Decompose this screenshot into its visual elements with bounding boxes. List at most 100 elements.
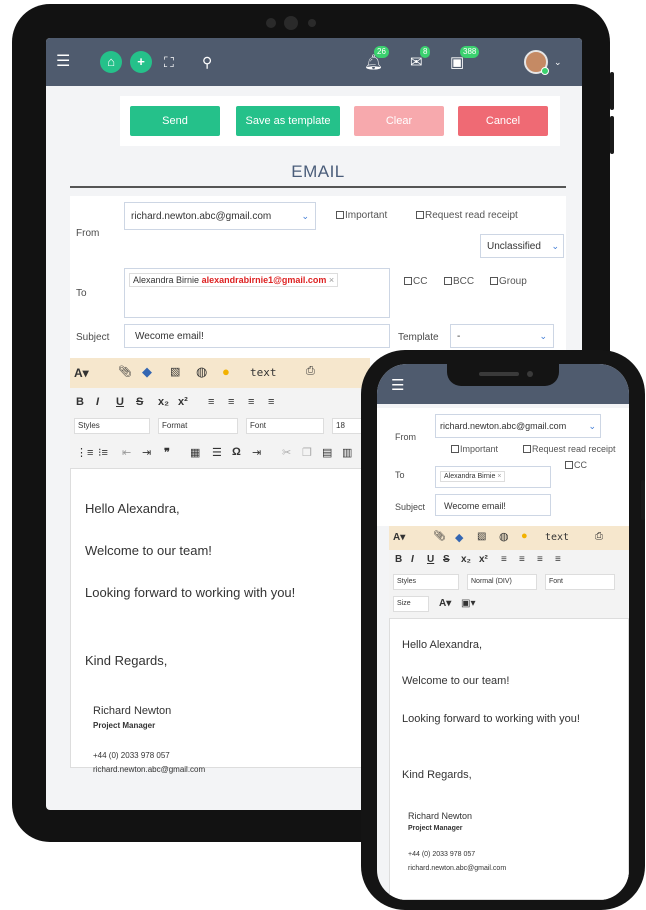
bold-icon[interactable]: B (395, 554, 402, 565)
phone-message-editor[interactable]: Hello Alexandra, Welcome to our team! Lo… (389, 618, 629, 900)
globe-icon[interactable]: ◍ (499, 530, 509, 543)
paste-icon[interactable]: ▤ (322, 446, 332, 459)
action-bar: Send Save as template Clear Cancel (120, 96, 560, 146)
cc-checkbox[interactable]: CC (404, 276, 427, 287)
superscript-icon[interactable]: x² (479, 554, 488, 565)
checkbox-box (404, 277, 412, 285)
cut-icon[interactable]: ✂ (282, 446, 291, 459)
superscript-icon[interactable]: x² (178, 396, 188, 408)
underline-icon[interactable]: U (427, 554, 434, 565)
cc-checkbox[interactable]: CC (565, 460, 587, 470)
chevron-down-icon[interactable]: ⌄ (554, 51, 562, 73)
italic-icon[interactable]: I (411, 554, 414, 565)
read-receipt-checkbox[interactable]: Request read receipt (416, 210, 518, 221)
align-left-icon[interactable]: ≡ (501, 554, 507, 565)
background-color-icon[interactable]: ▣▾ (461, 598, 475, 609)
remove-icon[interactable]: × (497, 473, 501, 480)
horizontal-rule-icon[interactable]: ☰ (212, 446, 222, 459)
read-receipt-checkbox[interactable]: Request read receipt (523, 444, 616, 454)
align-right-icon[interactable]: ≡ (248, 396, 254, 408)
image-icon[interactable]: ▧ (170, 365, 180, 378)
important-label: Important (345, 210, 388, 221)
indent-icon[interactable]: ⇥ (142, 446, 151, 459)
phone-side-button (641, 480, 645, 520)
from-select[interactable]: richard.newton.abc@gmail.com ⌄ (435, 414, 601, 438)
align-center-icon[interactable]: ≡ (519, 554, 525, 565)
justify-icon[interactable]: ≡ (268, 396, 274, 408)
avatar[interactable] (524, 50, 549, 75)
closing-text: Kind Regards, (85, 653, 168, 668)
important-checkbox[interactable]: Important (451, 444, 498, 454)
bcc-checkbox[interactable]: BCC (444, 276, 474, 287)
fullscreen-icon[interactable]: ⛶ (164, 51, 174, 73)
align-left-icon[interactable]: ≡ (208, 396, 214, 408)
subject-input[interactable]: Wecome email! (124, 324, 390, 348)
save-template-button[interactable]: Save as template (236, 106, 340, 136)
clear-button[interactable]: Clear (354, 106, 444, 136)
blockquote-icon[interactable]: ❞ (164, 446, 170, 459)
underline-icon[interactable]: U (116, 396, 124, 408)
format-select[interactable]: Format (158, 418, 238, 434)
styles-select[interactable]: Styles (74, 418, 150, 434)
checkbox-box (444, 277, 452, 285)
plus-icon[interactable]: + (130, 51, 152, 73)
to-input[interactable]: Alexandra Birnie alexandrabirnie1@gmail.… (124, 268, 390, 318)
cloud-icon[interactable]: ◆ (142, 364, 152, 380)
strikethrough-icon[interactable]: S (443, 554, 450, 565)
recipient-tag[interactable]: Alexandra Birnie alexandrabirnie1@gmail.… (129, 273, 339, 287)
copy-icon[interactable]: ❐ (302, 446, 312, 459)
cloud-icon[interactable]: ◆ (455, 531, 463, 544)
italic-icon[interactable]: I (96, 396, 99, 408)
align-center-icon[interactable]: ≡ (228, 396, 234, 408)
align-right-icon[interactable]: ≡ (537, 554, 543, 565)
cancel-button[interactable]: Cancel (458, 106, 548, 136)
bold-icon[interactable]: B (76, 396, 84, 408)
greeting-text: Hello Alexandra, (402, 639, 483, 651)
menu-icon[interactable]: ☰ (56, 51, 70, 73)
message-editor[interactable]: Hello Alexandra, Welcome to our team! Lo… (70, 468, 370, 774)
globe-icon[interactable]: ◍ (196, 364, 207, 380)
justify-icon[interactable]: ≡ (555, 554, 561, 565)
attach-icon[interactable]: 📎︎ (433, 531, 446, 542)
subscript-icon[interactable]: x₂ (158, 396, 169, 408)
emoji-icon[interactable]: ● (222, 364, 230, 379)
strikethrough-icon[interactable]: S (136, 396, 143, 408)
remove-icon[interactable]: × (329, 275, 334, 285)
text-button[interactable]: text (250, 366, 277, 379)
special-char-icon[interactable]: Ω (232, 446, 241, 458)
paste-text-icon[interactable]: ▥ (342, 446, 352, 459)
font-color-icon[interactable]: A▾ (74, 366, 89, 380)
text-button[interactable]: text (545, 532, 569, 543)
print-icon[interactable]: ⎙ (595, 531, 603, 542)
important-checkbox[interactable]: Important (336, 210, 387, 221)
menu-icon[interactable]: ☰ (391, 376, 404, 394)
page-break-icon[interactable]: ⇥ (252, 446, 261, 459)
image-icon[interactable]: ▧ (477, 531, 486, 542)
format-select[interactable]: Normal (DIV) (467, 574, 537, 590)
group-checkbox[interactable]: Group (490, 276, 527, 287)
print-icon[interactable]: ⎙ (306, 365, 315, 378)
font-select[interactable]: Font (545, 574, 615, 590)
subject-input[interactable]: Wecome email! (435, 494, 551, 516)
subscript-icon[interactable]: x₂ (461, 554, 471, 565)
emoji-icon[interactable]: ● (521, 530, 528, 542)
bullet-list-icon[interactable]: ⁝≡ (98, 446, 108, 459)
classification-select[interactable]: Unclassified ⌄ (480, 234, 564, 258)
numbered-list-icon[interactable]: ⋮≡ (76, 446, 93, 459)
font-color-icon[interactable]: A▾ (439, 598, 451, 609)
from-select[interactable]: richard.newton.abc@gmail.com ⌄ (124, 202, 316, 230)
subject-value: Wecome email! (135, 331, 204, 342)
recipient-tag[interactable]: Alexandra Birnie × (440, 471, 506, 482)
size-select[interactable]: Size (393, 596, 429, 612)
font-color-icon[interactable]: A▾ (393, 532, 405, 543)
send-button[interactable]: Send (130, 106, 220, 136)
outdent-icon[interactable]: ⇤ (122, 446, 131, 459)
template-select[interactable]: - ⌄ (450, 324, 554, 348)
to-input[interactable]: Alexandra Birnie × (435, 466, 551, 488)
table-icon[interactable]: ▦ (190, 446, 200, 459)
search-icon[interactable]: ⚲ (202, 51, 212, 73)
styles-select[interactable]: Styles (393, 574, 459, 590)
home-icon[interactable]: ⌂ (100, 51, 122, 73)
attach-icon[interactable]: 📎︎ (118, 365, 132, 378)
font-select[interactable]: Font (246, 418, 324, 434)
